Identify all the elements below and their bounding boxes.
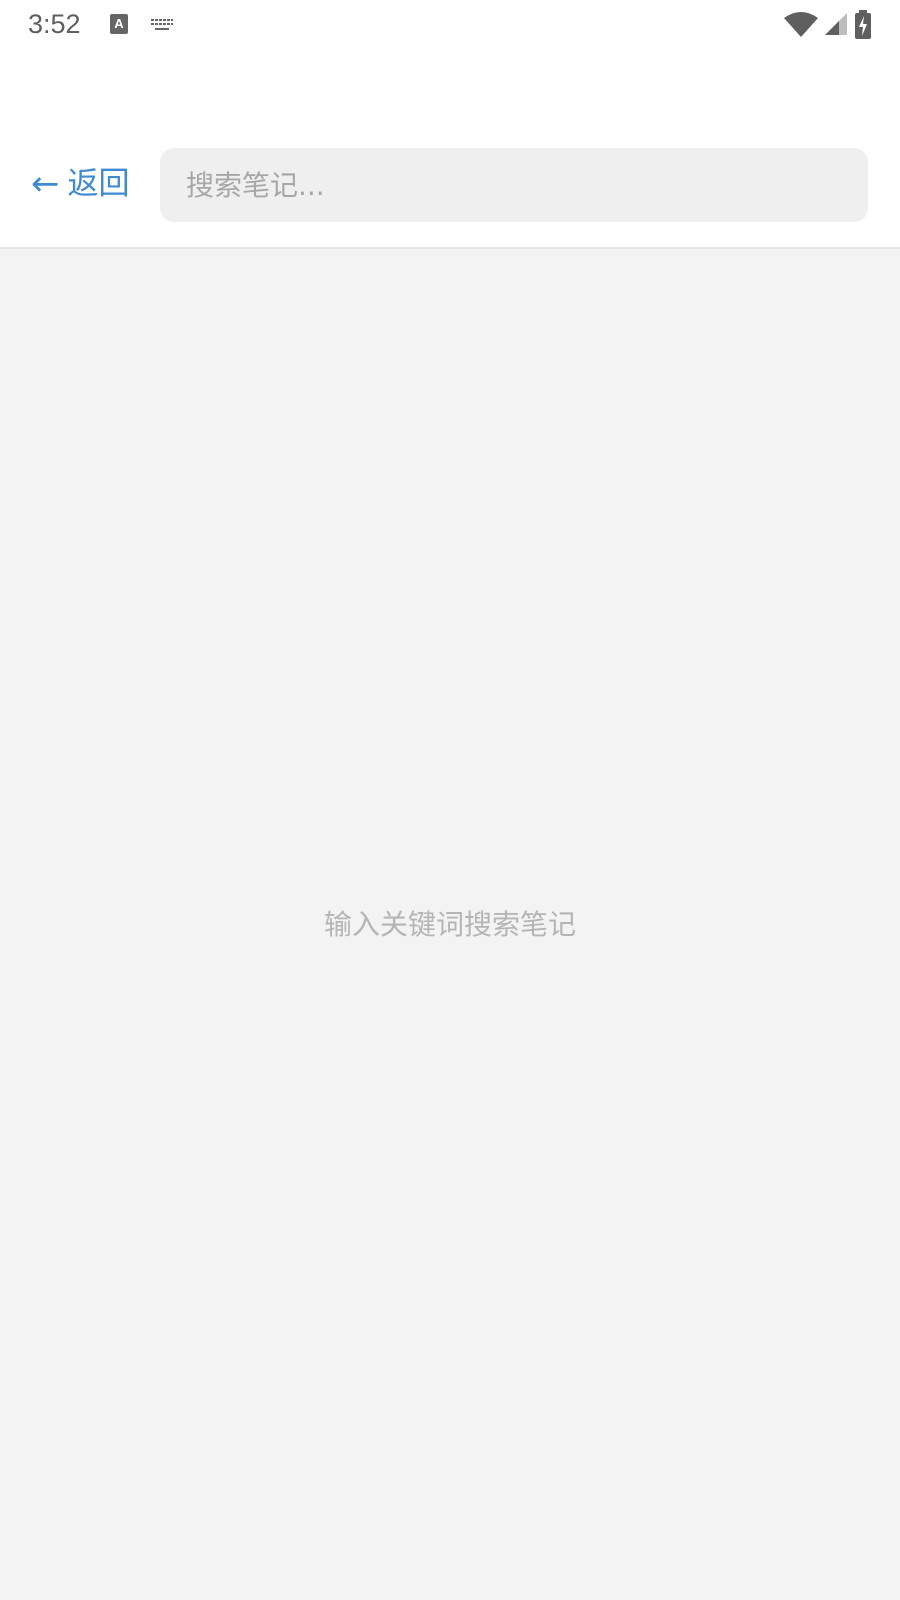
search-header: ← 返回 [0,48,900,249]
search-screen: 3:52 A ← 返回 搜索笔记... 输入关键词搜索笔记 [0,0,900,1600]
wifi-icon [783,12,818,37]
back-button[interactable]: ← 返回 [31,162,130,206]
status-bar: 3:52 A [0,0,900,48]
empty-state-hint: 输入关键词搜索笔记 [323,908,576,941]
search-input[interactable] [184,167,844,203]
a-notification-icon: A [110,14,128,34]
status-time: 3:52 [28,9,81,39]
back-arrow-icon: ← [31,164,60,204]
battery-charging-icon [855,10,871,39]
search-results-area: 输入关键词搜索笔记 [0,249,900,1600]
status-right-group [783,10,872,39]
back-label: 返回 [67,166,130,202]
signal-icon [824,13,847,35]
search-box[interactable] [160,148,868,222]
keyboard-icon [150,17,174,36]
